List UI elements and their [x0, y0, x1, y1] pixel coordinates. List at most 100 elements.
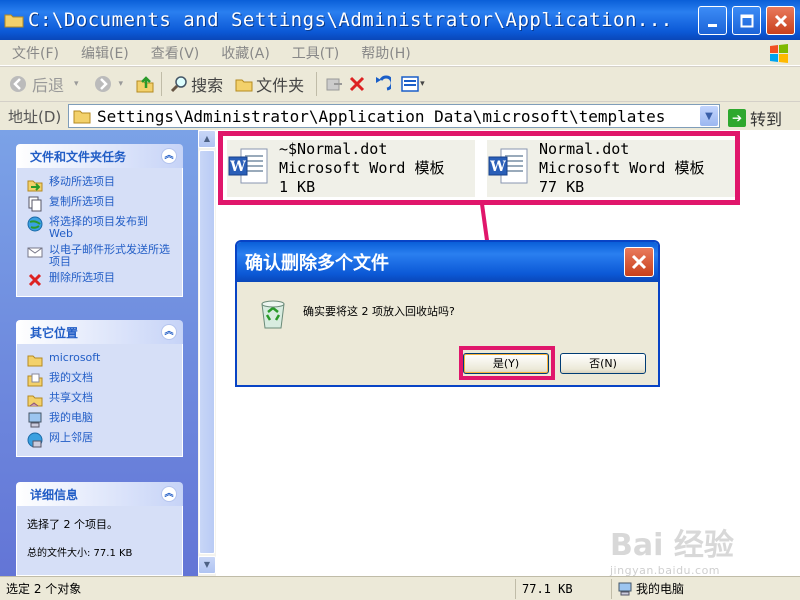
- yes-button[interactable]: 是(Y): [463, 353, 549, 374]
- status-location: 我的电脑: [612, 579, 800, 599]
- scroll-down-button[interactable]: ▼: [198, 556, 216, 574]
- details-selected-text: 选择了 2 个项目。: [27, 518, 118, 531]
- menu-view[interactable]: 查看(V): [151, 43, 200, 63]
- collapse-icon[interactable]: ︽: [161, 324, 177, 340]
- task-email[interactable]: 以电子邮件形式发送所选项目: [27, 244, 174, 268]
- other-places-panel: 其它位置 ︽ microsoft 我的文档 共享文档 我的电脑 网上邻居: [16, 320, 183, 457]
- scroll-thumb[interactable]: [199, 150, 215, 554]
- no-button[interactable]: 否(N): [560, 353, 646, 374]
- details-header[interactable]: 详细信息 ︽: [16, 482, 183, 506]
- collapse-icon[interactable]: ︽: [161, 148, 177, 164]
- windows-logo-icon: [770, 44, 788, 63]
- place-my-computer[interactable]: 我的电脑: [27, 412, 174, 428]
- shared-folder-icon: [27, 395, 43, 407]
- dialog-close-button[interactable]: [624, 247, 654, 277]
- chevron-down-icon: ▾: [74, 79, 79, 89]
- search-icon: [171, 76, 187, 93]
- delete-x-icon: [350, 76, 365, 92]
- word-template-icon: W: [488, 148, 528, 184]
- chevron-down-icon: ▾: [118, 79, 124, 89]
- task-delete[interactable]: 删除所选项目: [27, 272, 174, 288]
- status-selection: 选定 2 个对象: [0, 578, 516, 599]
- maximize-icon: [740, 14, 753, 27]
- title-bar: C:\Documents and Settings\Administrator\…: [0, 0, 800, 40]
- word-template-icon: W: [228, 148, 268, 184]
- file-item[interactable]: W ~$Normal.dot Microsoft Word 模板 1 KB: [227, 139, 475, 197]
- file-type: Microsoft Word 模板: [539, 158, 705, 177]
- address-bar: 地址(D) Settings\Administrator\Application…: [0, 102, 800, 130]
- go-button[interactable]: ➔ 转到: [728, 106, 782, 130]
- menu-favorites[interactable]: 收藏(A): [221, 43, 270, 63]
- menu-file[interactable]: 文件(F): [12, 43, 59, 63]
- file-tasks-header[interactable]: 文件和文件夹任务 ︽: [16, 144, 183, 168]
- menu-edit[interactable]: 编辑(E): [81, 43, 129, 63]
- vertical-scrollbar[interactable]: ▲ ▼: [198, 130, 216, 576]
- file-size: 1 KB: [279, 177, 316, 196]
- address-label: 地址(D): [8, 107, 62, 126]
- chevron-down-icon: ▾: [420, 79, 425, 89]
- folder-icon: [27, 355, 43, 367]
- window-title: C:\Documents and Settings\Administrator\…: [28, 9, 673, 31]
- file-name: Normal.dot: [539, 139, 630, 158]
- task-publish-web[interactable]: 将选择的项目发布到 Web: [27, 216, 174, 240]
- minimize-button[interactable]: [698, 6, 727, 35]
- move-icon: [27, 180, 43, 192]
- status-bar: 选定 2 个对象 77.1 KB 我的电脑: [0, 576, 800, 600]
- file-tasks-panel: 文件和文件夹任务 ︽ 移动所选项目 复制所选项目 将选择的项目发布到 Web 以…: [16, 144, 183, 297]
- toolbar-divider: [161, 72, 163, 96]
- confirm-delete-dialog: 确认删除多个文件 确实要将这 2 项放入回收站吗? 是(Y) 否(N): [235, 240, 660, 387]
- collapse-icon[interactable]: ︽: [161, 486, 177, 502]
- dialog-message: 确实要将这 2 项放入回收站吗?: [303, 305, 455, 318]
- toolbar-divider: [316, 72, 318, 96]
- file-type: Microsoft Word 模板: [279, 158, 445, 177]
- file-name: ~$Normal.dot: [279, 139, 388, 158]
- copy-icon: [28, 196, 42, 212]
- computer-icon: [618, 582, 632, 595]
- search-button[interactable]: 搜索: [170, 72, 223, 96]
- move-to-icon: [326, 78, 343, 91]
- back-arrow-icon: [10, 76, 26, 92]
- folders-button[interactable]: 文件夹: [235, 72, 304, 96]
- details-panel: 详细信息 ︽ 选择了 2 个项目。 总的文件大小: 77.1 KB: [16, 482, 183, 576]
- back-button[interactable]: 后退 ▾: [8, 72, 79, 96]
- details-body: 选择了 2 个项目。 总的文件大小: 77.1 KB: [16, 506, 183, 576]
- undo-button[interactable]: [373, 75, 392, 93]
- details-total-size: 总的文件大小: 77.1 KB: [27, 548, 133, 559]
- undo-icon: [376, 75, 392, 91]
- other-places-header[interactable]: 其它位置 ︽: [16, 320, 183, 344]
- place-network[interactable]: 网上邻居: [27, 432, 174, 448]
- address-dropdown-button[interactable]: ▼: [700, 106, 718, 126]
- place-my-documents[interactable]: 我的文档: [27, 372, 174, 388]
- menu-tools[interactable]: 工具(T): [292, 43, 339, 63]
- email-icon: [27, 247, 43, 258]
- toolbar: 后退 ▾ ▾ 搜索 文件夹 ▾: [0, 66, 800, 102]
- views-icon: [401, 76, 419, 92]
- task-pane: 文件和文件夹任务 ︽ 移动所选项目 复制所选项目 将选择的项目发布到 Web 以…: [0, 130, 198, 576]
- baidu-watermark: Bai 经验 jingyan.baidu.com: [610, 528, 734, 577]
- move-to-button[interactable]: [325, 75, 343, 93]
- file-item[interactable]: W Normal.dot Microsoft Word 模板 77 KB: [487, 139, 735, 197]
- task-move[interactable]: 移动所选项目: [27, 176, 174, 192]
- close-button[interactable]: [766, 6, 795, 35]
- task-copy[interactable]: 复制所选项目: [27, 196, 174, 212]
- forward-arrow-icon: [94, 76, 111, 92]
- scroll-up-button[interactable]: ▲: [198, 130, 216, 148]
- delete-x-icon: [28, 273, 42, 287]
- dialog-title: 确认删除多个文件: [237, 242, 658, 282]
- my-documents-icon: [27, 373, 43, 387]
- folder-icon: [73, 110, 91, 124]
- address-input[interactable]: Settings\Administrator\Application Data\…: [68, 104, 720, 128]
- place-microsoft[interactable]: microsoft: [27, 352, 174, 368]
- network-icon: [27, 432, 43, 448]
- delete-button[interactable]: [349, 76, 365, 92]
- up-folder-button[interactable]: [135, 74, 155, 94]
- views-button[interactable]: ▾: [401, 76, 425, 92]
- place-shared-documents[interactable]: 共享文档: [27, 392, 174, 408]
- other-places-body: microsoft 我的文档 共享文档 我的电脑 网上邻居: [16, 344, 183, 457]
- menu-help[interactable]: 帮助(H): [361, 43, 410, 63]
- svg-text:W: W: [229, 159, 246, 175]
- close-icon: [774, 14, 787, 27]
- forward-button[interactable]: ▾: [93, 74, 124, 94]
- recycle-bin-icon: [261, 300, 285, 329]
- maximize-button[interactable]: [732, 6, 761, 35]
